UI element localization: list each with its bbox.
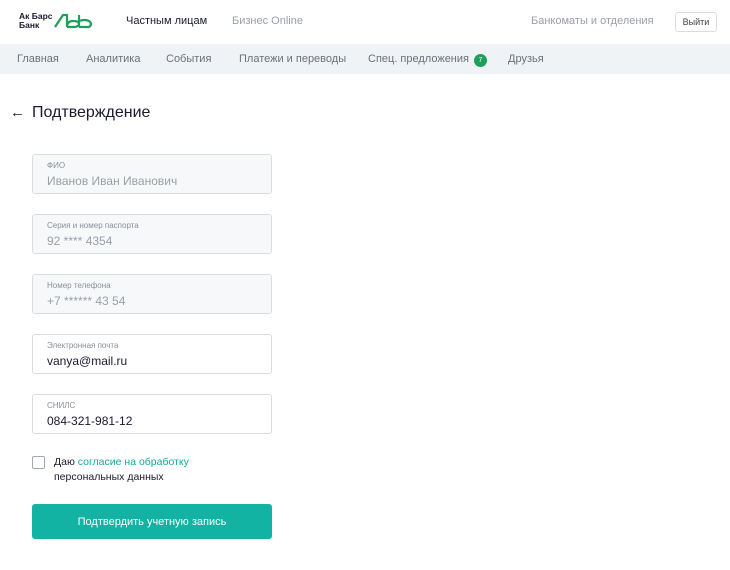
main-nav: Главная Аналитика События Платежи и пере…	[0, 44, 730, 74]
top-header: Ак Барс Банк Частным лицам Бизнес Online…	[0, 0, 730, 44]
nav-item-home[interactable]: Главная	[17, 53, 59, 65]
snils-field[interactable]: СНИЛС	[32, 394, 272, 434]
consent-text: Даю согласие на обработку персональных д…	[54, 455, 274, 485]
consent-suffix: персональных данных	[54, 471, 164, 483]
snils-label: СНИЛС	[47, 401, 76, 410]
phone-input[interactable]	[47, 294, 257, 308]
confirm-account-button[interactable]: Подтвердить учетную запись	[32, 504, 272, 539]
snils-input[interactable]	[47, 414, 257, 428]
email-field[interactable]: Электронная почта	[32, 334, 272, 374]
page-title: Подтверждение	[32, 104, 151, 121]
full-name-input[interactable]	[47, 174, 257, 188]
arrow-left-icon[interactable]: ←	[10, 104, 25, 121]
bank-logo[interactable]: Ак Барс Банк	[19, 12, 99, 34]
nav-item-payments[interactable]: Платежи и переводы	[239, 53, 346, 65]
passport-field[interactable]: Серия и номер паспорта	[32, 214, 272, 254]
nav-item-events[interactable]: События	[166, 53, 211, 65]
full-name-field[interactable]: ФИО	[32, 154, 272, 194]
nav-item-special-offers-label: Спец. предложения	[368, 53, 469, 65]
private-clients-link[interactable]: Частным лицам	[126, 15, 207, 27]
logout-button[interactable]: Выйти	[675, 12, 717, 32]
phone-field[interactable]: Номер телефона	[32, 274, 272, 314]
email-input[interactable]	[47, 354, 257, 368]
nav-item-special-offers[interactable]: Спец. предложения 7	[368, 53, 487, 67]
full-name-label: ФИО	[47, 161, 66, 170]
nav-item-friends[interactable]: Друзья	[508, 53, 544, 65]
consent-prefix: Даю	[54, 456, 78, 468]
logo-text-line2: Банк	[19, 20, 40, 30]
consent-checkbox[interactable]	[32, 456, 45, 469]
atm-branches-link[interactable]: Банкоматы и отделения	[531, 15, 654, 27]
business-online-link[interactable]: Бизнес Online	[232, 15, 303, 27]
nav-item-analytics[interactable]: Аналитика	[86, 53, 140, 65]
passport-input[interactable]	[47, 234, 257, 248]
special-offers-badge: 7	[474, 54, 487, 67]
logo-mark-icon	[54, 13, 93, 29]
passport-label: Серия и номер паспорта	[47, 221, 139, 230]
phone-label: Номер телефона	[47, 281, 111, 290]
consent-link[interactable]: согласие на обработку	[78, 456, 189, 468]
email-label: Электронная почта	[47, 341, 119, 350]
